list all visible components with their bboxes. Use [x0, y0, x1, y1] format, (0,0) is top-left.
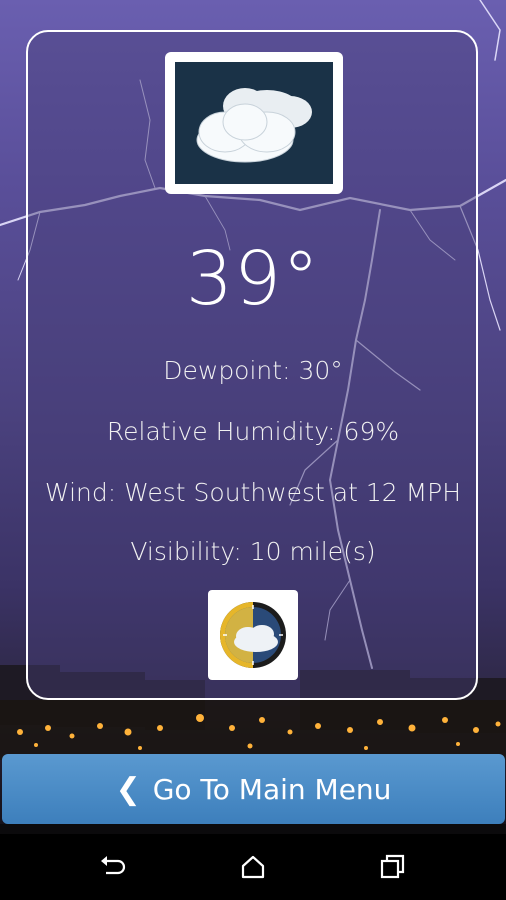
recents-icon[interactable] [378, 852, 408, 882]
back-icon[interactable] [98, 852, 128, 882]
main-menu-label: Go To Main Menu [152, 772, 392, 806]
chevron-left-icon: ❮ [115, 771, 141, 807]
visibility-text: Visibility: 10 mile(s) [130, 537, 376, 566]
main-menu-button[interactable]: ❮ Go To Main Menu [2, 754, 505, 824]
humidity-text: Relative Humidity: 69% [106, 417, 400, 446]
weather-screen: 39° Dewpoint: 30° Relative Humidity: 69%… [0, 0, 506, 900]
wind-text: Wind: West Southwest at 12 MPH [44, 478, 462, 507]
app-logo[interactable] [208, 590, 298, 680]
system-navbar [0, 834, 506, 900]
home-icon[interactable] [238, 852, 268, 882]
condition-icon-frame [165, 52, 343, 194]
temperature: 39° [185, 236, 321, 322]
dewpoint-text: Dewpoint: 30° [163, 356, 343, 385]
cloudy-icon [175, 62, 333, 184]
app-logo-icon [220, 602, 286, 668]
